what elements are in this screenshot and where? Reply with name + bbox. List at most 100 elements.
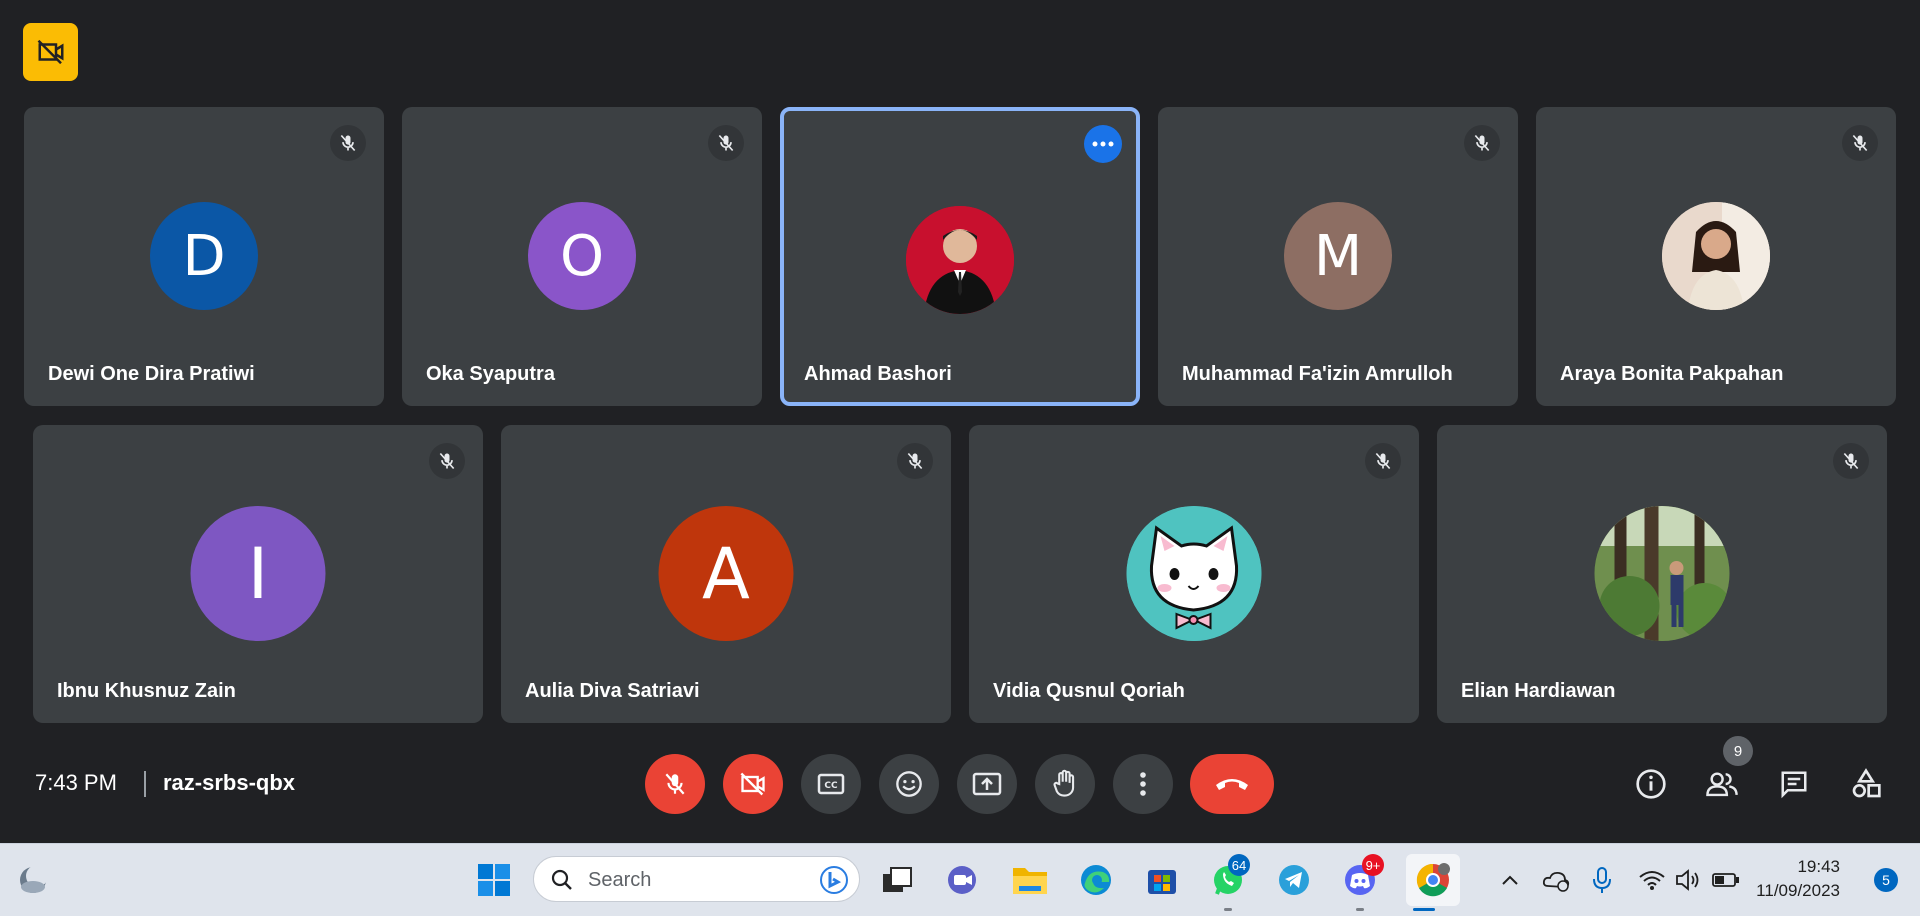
task-view-icon	[883, 867, 912, 892]
participant-tile[interactable]: Vidia Qusnul Qoriah	[969, 425, 1419, 723]
mic-muted-icon	[429, 443, 465, 479]
participant-tile[interactable]: M Muhammad Fa'izin Amrulloh	[1158, 107, 1518, 406]
chat-icon	[1781, 771, 1807, 799]
participant-name: Araya Bonita Pakpahan	[1560, 363, 1784, 385]
battery-button[interactable]	[1706, 860, 1746, 900]
more-options-button[interactable]	[1084, 125, 1122, 163]
meeting-details-button[interactable]	[1631, 764, 1671, 804]
cloud-sync-icon	[1542, 871, 1570, 892]
edge-browser-button[interactable]	[1076, 860, 1116, 900]
svg-text:CC: CC	[824, 781, 838, 791]
teams-chat-button[interactable]	[943, 860, 983, 900]
participant-name: Ibnu Khusnuz Zain	[57, 680, 236, 702]
video-off-icon	[37, 39, 63, 65]
edge-icon	[1081, 865, 1111, 895]
file-explorer-button[interactable]	[1010, 860, 1050, 900]
video-off-icon	[740, 772, 765, 796]
mic-muted-icon	[1842, 125, 1878, 161]
hang-up-icon	[1216, 779, 1248, 790]
bing-icon	[820, 866, 848, 894]
mic-toggle-button[interactable]	[645, 754, 705, 814]
taskbar-search[interactable]: Search	[533, 856, 860, 902]
whatsapp-unread-badge: 64	[1228, 854, 1250, 876]
chrome-icon	[1416, 863, 1450, 897]
people-icon	[1706, 772, 1738, 797]
weather-widget[interactable]	[13, 860, 53, 900]
participant-tile[interactable]: D Dewi One Dira Pratiwi	[24, 107, 384, 406]
participant-name: Ahmad Bashori	[804, 363, 952, 385]
participant-tile[interactable]: O Oka Syaputra	[402, 107, 762, 406]
participant-tile[interactable]: A Aulia Diva Satriavi	[501, 425, 951, 723]
participant-tile[interactable]: I Ibnu Khusnuz Zain	[33, 425, 483, 723]
camera-toggle-button[interactable]	[723, 754, 783, 814]
avatar: M	[1284, 202, 1392, 310]
avatar-photo	[1662, 202, 1770, 310]
participant-tile[interactable]: Araya Bonita Pakpahan	[1536, 107, 1896, 406]
start-button[interactable]	[474, 860, 514, 900]
clock-date[interactable]: 11/09/2023	[1756, 881, 1840, 901]
network-button[interactable]	[1632, 860, 1672, 900]
people-count-badge: 9	[1723, 736, 1753, 766]
store-icon	[1148, 870, 1176, 894]
divider	[144, 771, 146, 797]
search-placeholder: Search	[588, 869, 652, 891]
mic-muted-icon	[330, 125, 366, 161]
microphone-in-use[interactable]	[1582, 860, 1622, 900]
mic-muted-icon	[1365, 443, 1401, 479]
telegram-icon	[1279, 865, 1309, 895]
mic-muted-icon	[1833, 443, 1869, 479]
participant-name: Muhammad Fa'izin Amrulloh	[1182, 363, 1453, 385]
volume-button[interactable]	[1668, 860, 1708, 900]
present-screen-button[interactable]	[957, 754, 1017, 814]
participant-tile-active[interactable]: Ahmad Bashori	[780, 107, 1140, 406]
avatar-photo	[906, 206, 1014, 314]
captions-button[interactable]: CC	[801, 754, 861, 814]
mic-muted-icon	[708, 125, 744, 161]
telegram-button[interactable]	[1274, 860, 1314, 900]
forest-photo-icon	[1594, 506, 1730, 641]
chrome-button[interactable]	[1406, 854, 1460, 906]
moon-cloud-icon	[20, 865, 48, 893]
microsoft-store-button[interactable]	[1142, 860, 1182, 900]
battery-icon	[1712, 873, 1739, 887]
chat-button[interactable]	[1774, 764, 1814, 804]
task-view-button[interactable]	[877, 860, 917, 900]
more-options-button[interactable]	[1113, 754, 1173, 814]
people-button[interactable]	[1702, 764, 1742, 804]
notification-count-badge[interactable]: 5	[1874, 868, 1898, 892]
running-indicator	[1224, 908, 1232, 911]
participant-name: Elian Hardiawan	[1461, 680, 1616, 702]
active-app-indicator	[1413, 908, 1435, 911]
more-vertical-icon	[1140, 772, 1146, 796]
participant-name: Dewi One Dira Pratiwi	[48, 363, 255, 385]
person-photo-icon	[1662, 202, 1770, 310]
wifi-icon	[1639, 871, 1665, 890]
participant-tile[interactable]: Elian Hardiawan	[1437, 425, 1887, 723]
windows-taskbar: Search 64 9+ 19:43 11/09/2023 5	[0, 843, 1920, 916]
chevron-up-icon	[1502, 875, 1518, 885]
onedrive-button[interactable]	[1536, 860, 1576, 900]
reactions-button[interactable]	[879, 754, 939, 814]
meeting-time: 7:43 PM	[35, 770, 117, 795]
clock-time[interactable]: 19:43	[1797, 857, 1840, 877]
video-chat-icon	[948, 866, 976, 894]
participant-name: Aulia Diva Satriavi	[525, 680, 700, 702]
mic-muted-icon	[1464, 125, 1500, 161]
emoji-icon	[896, 771, 922, 797]
speaker-icon	[1676, 869, 1699, 891]
avatar: O	[528, 202, 636, 310]
participant-name: Vidia Qusnul Qoriah	[993, 680, 1185, 702]
microphone-icon	[1593, 867, 1611, 893]
avatar-cat-image	[1126, 506, 1262, 641]
avatar-photo	[1594, 506, 1730, 641]
avatar: D	[150, 202, 258, 310]
avatar: A	[658, 506, 794, 641]
discord-unread-badge: 9+	[1362, 854, 1384, 876]
activities-button[interactable]	[1846, 764, 1886, 804]
person-photo-icon	[906, 206, 1014, 314]
raise-hand-button[interactable]	[1035, 754, 1095, 814]
no-video-badge[interactable]	[23, 23, 78, 81]
show-hidden-icons-button[interactable]	[1490, 860, 1530, 900]
participant-name: Oka Syaputra	[426, 363, 555, 385]
leave-call-button[interactable]	[1190, 754, 1274, 814]
